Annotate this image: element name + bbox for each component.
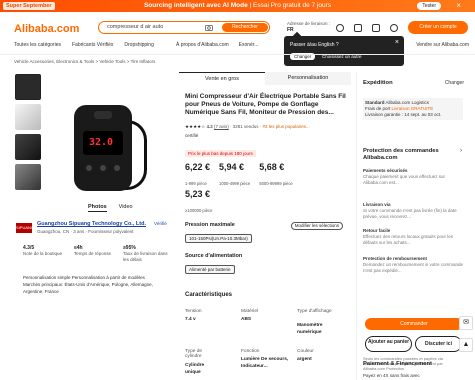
- close-icon[interactable]: ×: [395, 39, 399, 46]
- stat-rating: 4.3/5 Note de la boutique: [23, 245, 63, 256]
- supplier-logo: SIPUANG: [16, 223, 34, 233]
- protection-returns: Retour facile Effectuez des retours locau…: [363, 228, 453, 245]
- supplier-name[interactable]: Guangzhou Sipuang Technology Co., Ltd.: [37, 221, 146, 227]
- cart-icon[interactable]: [372, 24, 380, 32]
- protection-title: Protection des commandes Alibaba.com: [363, 148, 439, 161]
- chevron-right-icon[interactable]: ›: [460, 148, 462, 154]
- financing-title: Paiement & Financement: [363, 361, 432, 367]
- nav-verified-manufacturers[interactable]: Fabricants Vérifiés: [72, 42, 113, 48]
- tab-wholesale[interactable]: Vente en gros: [179, 72, 265, 85]
- stat-response: ≤4h Temps de réponse: [74, 245, 112, 256]
- tab-video[interactable]: Video: [119, 204, 133, 212]
- message-icon[interactable]: [354, 24, 362, 32]
- language-popup: Passer à/au English ? × Changer Choisiss…: [284, 31, 404, 66]
- pressure-option[interactable]: 101-150Psi(Un.Pa-10.3Mbar): [185, 234, 252, 243]
- try-button[interactable]: Tester: [417, 2, 441, 10]
- globe-icon[interactable]: [336, 24, 344, 32]
- tab-photos[interactable]: Photos: [88, 204, 107, 212]
- breadcrumb[interactable]: Vehicle Accessories, Electronics & Tools…: [14, 59, 155, 64]
- shipping-title: Expédition: [363, 80, 393, 86]
- shipping-card: Standard Alibaba.com Logistics Frais de …: [363, 98, 463, 120]
- thumbnail[interactable]: [15, 134, 41, 160]
- rating-row: ★★★★☆ 4.2 (7 avis) · 3281 vendus · #2 le…: [185, 124, 310, 129]
- right-panel: Expédition Changer Standard Alibaba.com …: [356, 72, 468, 380]
- stat-delivery: ≥95% Taux de livraison dans les délais: [123, 245, 168, 262]
- pressure-label: Pression maximale: [185, 222, 235, 228]
- search-bar[interactable]: compresseur d air auto Rechercher: [98, 21, 270, 34]
- search-button[interactable]: Rechercher: [222, 23, 268, 32]
- thumbnail-list: [15, 74, 41, 194]
- popup-text: Passer à/au English ?: [290, 42, 339, 48]
- chat-icon[interactable]: ✉: [459, 316, 473, 330]
- nav-exoneration[interactable]: Exonér...: [239, 42, 259, 48]
- price-tier: 6,22 €1-999 pièce: [185, 162, 211, 186]
- thumbnail[interactable]: [15, 104, 41, 130]
- nav-dropshipping[interactable]: Dropshipping: [124, 42, 153, 48]
- chat-button[interactable]: Discuter ici: [415, 336, 462, 352]
- tab-customization[interactable]: Personnalisation: [265, 72, 351, 85]
- modify-selection-button[interactable]: Modifier les sélections: [290, 222, 343, 230]
- delivery-address[interactable]: Adresse de livraison : FR: [287, 21, 330, 33]
- create-account-button[interactable]: Créer un compte: [408, 21, 468, 34]
- lowest-price-badge: Prix le plus bas depuis 180 jours: [185, 150, 256, 157]
- nav-all-categories[interactable]: Toutes les catégories: [14, 42, 61, 48]
- supplier-features: Personnalisation simple Personnalisation…: [23, 275, 153, 294]
- specs-title: Caractéristiques: [185, 292, 233, 298]
- protection-payment: Paiements sécurisés Chaque paiement que v…: [363, 168, 445, 185]
- chevron-down-icon[interactable]: ⌄: [20, 183, 26, 191]
- product-title: Mini Compresseur d'Air Électrique Portab…: [185, 93, 346, 116]
- product-device-graphic: 32.0: [74, 105, 132, 191]
- search-input[interactable]: compresseur d air auto: [107, 24, 163, 30]
- power-option[interactable]: Alimenté par batterie: [185, 265, 235, 274]
- close-banner-icon[interactable]: ×: [456, 1, 461, 10]
- thumbnail[interactable]: [15, 164, 41, 190]
- nav-sell[interactable]: Vendre sur Alibaba.com: [416, 42, 469, 48]
- protection-refund: Protection de remboursement Demandez un r…: [363, 256, 464, 273]
- supplier-info: Guangzhou, CN · 3 ans · Fournisseur poly…: [37, 229, 134, 234]
- power-label: Source d'alimentation: [185, 253, 243, 259]
- price-tier: 5,94 €1000-4999 pièce: [219, 162, 251, 186]
- alibaba-logo[interactable]: Alibaba.com: [14, 23, 79, 35]
- supplier-card: SIPUANG Guangzhou Sipuang Technology Co.…: [14, 218, 174, 330]
- camera-icon[interactable]: [205, 24, 213, 31]
- price-tier: 5,23 € ≥100000 pièce: [185, 189, 213, 213]
- order-button[interactable]: Commander: [365, 318, 463, 330]
- user-icon[interactable]: [390, 24, 398, 32]
- verified-badge: Vérifié: [154, 221, 167, 226]
- financing-text: Payez en 4X sans frais avec: [363, 373, 420, 378]
- nav-about[interactable]: À propos d'Alibaba.com: [176, 42, 229, 48]
- thumbnail[interactable]: [15, 74, 41, 100]
- certified-badge: certifié: [185, 133, 199, 138]
- price-tier: 5,68 €5000-99999 pièce: [259, 162, 293, 186]
- scroll-top-icon[interactable]: ▲: [459, 338, 473, 352]
- promo-banner: Super September Sourcing intelligent ave…: [0, 0, 475, 12]
- promo-message: Sourcing intelligent avec AI Mode | Essa…: [143, 2, 332, 9]
- add-to-cart-button[interactable]: Ajouter au panier: [365, 336, 412, 352]
- change-shipping-link[interactable]: Changer: [445, 80, 464, 86]
- protection-delivery: Livraison via Si votre commande n'est pas…: [363, 202, 457, 219]
